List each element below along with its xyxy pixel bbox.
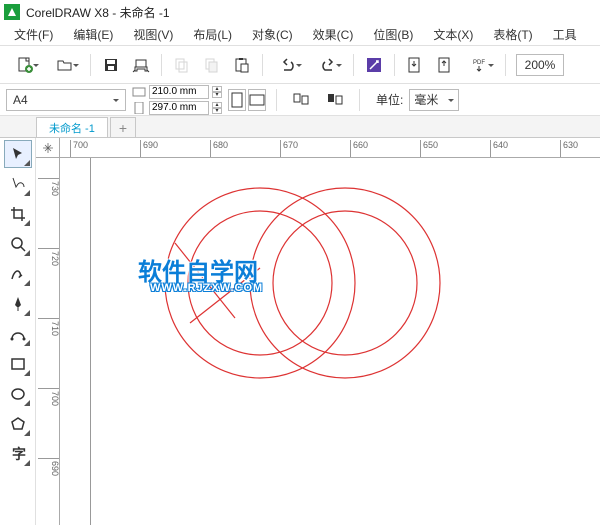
new-button[interactable] xyxy=(6,51,44,79)
pick-tool[interactable] xyxy=(4,140,32,168)
open-button[interactable] xyxy=(46,51,84,79)
menu-layout[interactable]: 布局(L) xyxy=(185,24,240,45)
unit-select[interactable]: 毫米 xyxy=(409,89,459,111)
orientation-group xyxy=(228,89,266,111)
copy-button xyxy=(198,51,226,79)
window-title: CorelDRAW X8 - 未命名 -1 xyxy=(26,4,170,21)
print-button[interactable] xyxy=(127,51,155,79)
width-icon xyxy=(132,86,146,98)
menu-bitmap[interactable]: 位图(B) xyxy=(365,24,421,45)
page-size-select[interactable]: A4 xyxy=(6,89,126,111)
canvas[interactable]: 软件自学网 WWW.RJZXW.COM xyxy=(60,158,600,525)
freehand-tool[interactable] xyxy=(4,260,32,288)
menu-view[interactable]: 视图(V) xyxy=(125,24,181,45)
pen-tool[interactable] xyxy=(4,290,32,318)
ruler-origin[interactable] xyxy=(36,138,60,158)
crop-tool[interactable] xyxy=(4,200,32,228)
menu-table[interactable]: 表格(T) xyxy=(485,24,540,45)
text-tool[interactable]: 字 xyxy=(4,440,32,468)
separator xyxy=(161,54,162,76)
separator xyxy=(505,54,506,76)
ruler-vertical[interactable]: 730 720 710 700 690 680 xyxy=(36,158,60,525)
unit-label: 单位: xyxy=(376,91,403,108)
paste-button[interactable] xyxy=(228,51,256,79)
separator xyxy=(262,54,263,76)
publish-pdf-button[interactable]: PDF xyxy=(461,51,499,79)
tab-doc1[interactable]: 未命名 -1 xyxy=(36,117,108,137)
menu-edit[interactable]: 编辑(E) xyxy=(65,24,121,45)
rectangle-tool[interactable] xyxy=(4,350,32,378)
menu-tools[interactable]: 工具 xyxy=(545,24,585,45)
separator xyxy=(276,89,277,111)
search-content-button[interactable] xyxy=(360,51,388,79)
all-pages-button[interactable] xyxy=(287,86,315,114)
page-dimensions: ▴▾ ▴▾ xyxy=(132,85,222,115)
separator xyxy=(394,54,395,76)
property-bar: A4 ▴▾ ▴▾ 单位: 毫米 xyxy=(0,84,600,116)
tab-add[interactable]: + xyxy=(110,117,136,137)
canvas-area: 700 690 680 670 660 650 640 630 730 720 … xyxy=(36,138,600,525)
title-bar: CorelDRAW X8 - 未命名 -1 xyxy=(0,0,600,24)
page-width-input[interactable] xyxy=(149,85,209,99)
save-button[interactable] xyxy=(97,51,125,79)
bezier-tool[interactable] xyxy=(4,320,32,348)
watermark-url: WWW.RJZXW.COM xyxy=(150,282,263,294)
app-logo xyxy=(4,4,20,20)
menu-file[interactable]: 文件(F) xyxy=(6,24,61,45)
shape-tool[interactable] xyxy=(4,170,32,198)
ellipse-tool[interactable] xyxy=(4,380,32,408)
export-button[interactable] xyxy=(431,51,459,79)
landscape-button[interactable] xyxy=(248,89,266,111)
width-spinner[interactable]: ▴▾ xyxy=(212,86,222,98)
undo-button[interactable] xyxy=(269,51,307,79)
svg-text:PDF: PDF xyxy=(473,60,485,66)
polygon-tool[interactable] xyxy=(4,410,32,438)
menu-object[interactable]: 对象(C) xyxy=(244,24,301,45)
portrait-button[interactable] xyxy=(228,89,246,111)
import-button[interactable] xyxy=(401,51,429,79)
menu-text[interactable]: 文本(X) xyxy=(425,24,481,45)
standard-toolbar: PDF 200% xyxy=(0,46,600,84)
separator xyxy=(353,54,354,76)
redo-button[interactable] xyxy=(309,51,347,79)
toolbox: 字 xyxy=(0,138,36,525)
page-height-input[interactable] xyxy=(149,101,209,115)
height-spinner[interactable]: ▴▾ xyxy=(212,102,222,114)
zoom-level[interactable]: 200% xyxy=(516,54,564,76)
menu-bar: 文件(F) 编辑(E) 视图(V) 布局(L) 对象(C) 效果(C) 位图(B… xyxy=(0,24,600,46)
document-tabs: 未命名 -1 + xyxy=(0,116,600,138)
ruler-horizontal[interactable]: 700 690 680 670 660 650 640 630 xyxy=(60,138,600,158)
menu-effects[interactable]: 效果(C) xyxy=(305,24,362,45)
work-area: 字 700 690 680 670 660 650 640 630 730 72… xyxy=(0,138,600,525)
zoom-tool[interactable] xyxy=(4,230,32,258)
separator xyxy=(359,89,360,111)
cut-button xyxy=(168,51,196,79)
height-icon xyxy=(132,102,146,114)
current-page-button[interactable] xyxy=(321,86,349,114)
separator xyxy=(90,54,91,76)
